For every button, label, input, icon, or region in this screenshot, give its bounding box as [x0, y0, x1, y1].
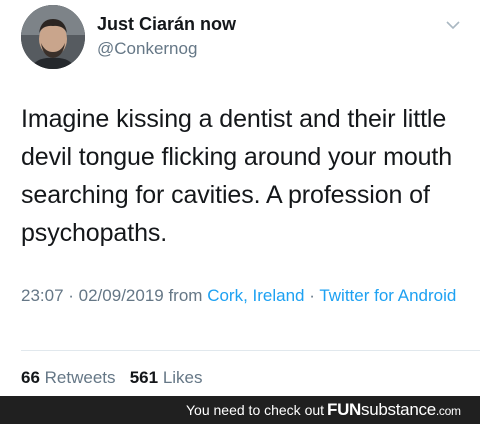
footer-tagline: You need to check out: [186, 402, 325, 418]
brand-sub: substance: [361, 400, 436, 419]
avatar-image: [21, 5, 85, 69]
tweet-text: Imagine kissing a dentist and their litt…: [21, 105, 453, 247]
meta-separator: ·: [304, 286, 320, 305]
retweets-count: 66: [21, 368, 40, 387]
tweet-source[interactable]: Twitter for Android: [319, 286, 456, 305]
brand-tld: .com: [435, 404, 461, 418]
tweet-timestamp[interactable]: 23:07 · 02/09/2019 from: [21, 286, 207, 305]
likes-count: 561: [129, 368, 159, 387]
tweet-card: Just Ciarán now @Conkernog Imagine kissi…: [0, 0, 480, 394]
watermark-footer: You need to check out FUNsubstance.com: [0, 396, 480, 424]
brand-logo[interactable]: FUNsubstance.com: [327, 396, 461, 425]
likes-label: Likes: [162, 368, 203, 387]
chevron-down-icon[interactable]: [443, 18, 463, 32]
tweet-meta: 23:07 · 02/09/2019 from Cork, Ireland · …: [21, 283, 471, 308]
tweet-location[interactable]: Cork, Ireland: [207, 286, 304, 305]
brand-fun: FUN: [327, 400, 362, 419]
avatar[interactable]: [21, 5, 85, 69]
retweets-label: Retweets: [44, 368, 116, 387]
likes-stat[interactable]: 561 Likes: [130, 368, 203, 387]
user-handle[interactable]: @Conkernog: [97, 39, 197, 59]
retweets-stat[interactable]: 66 Retweets: [21, 368, 116, 387]
tweet-stats: 66 Retweets 561 Likes: [21, 368, 203, 388]
display-name[interactable]: Just Ciarán now: [97, 14, 236, 35]
divider: [21, 350, 480, 351]
